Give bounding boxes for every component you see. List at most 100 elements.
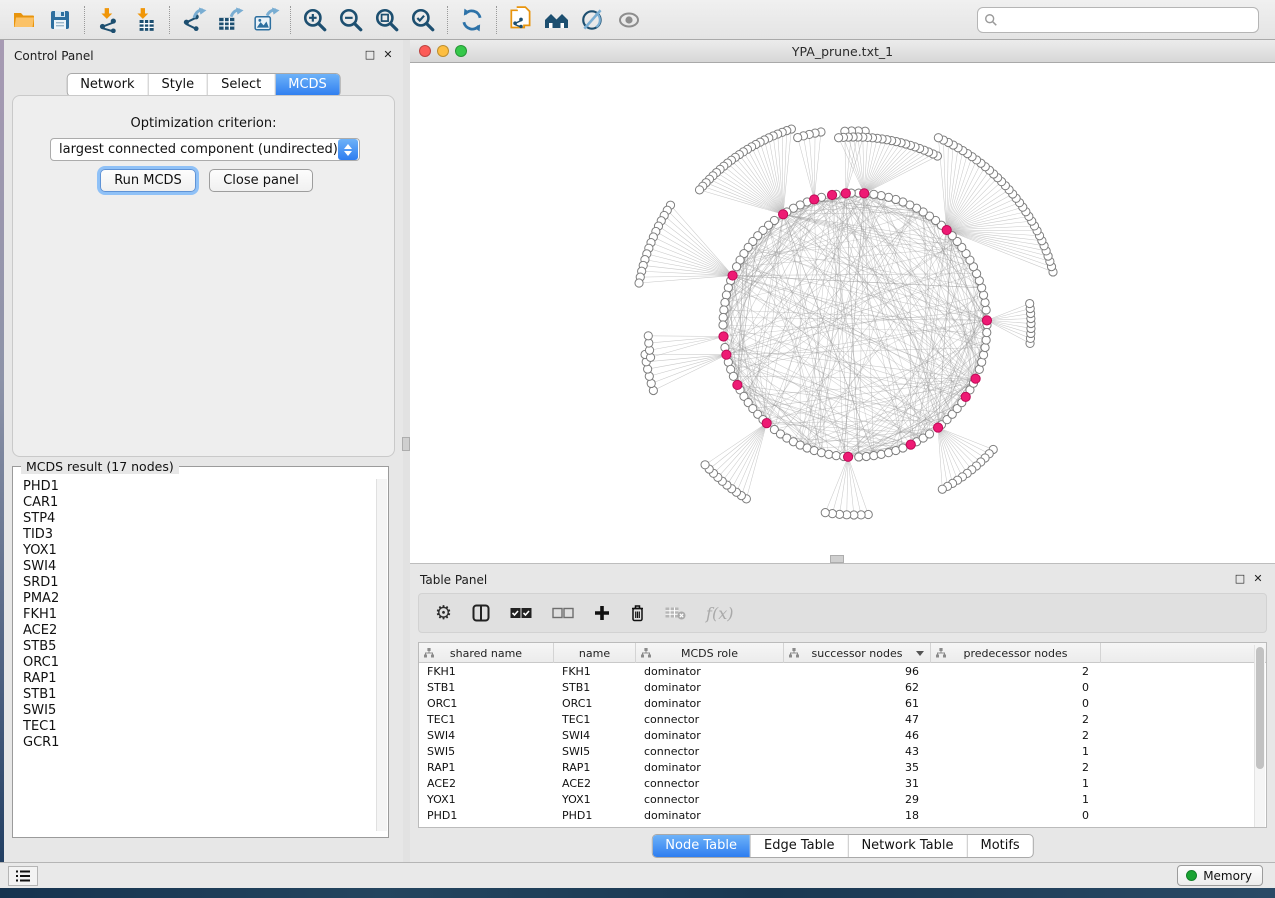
- zoom-out-icon[interactable]: [333, 5, 369, 35]
- table-cell[interactable]: ACE2: [419, 777, 554, 790]
- tab-network-table[interactable]: Network Table: [847, 835, 966, 857]
- table-cell[interactable]: RAP1: [554, 761, 636, 774]
- table-cell[interactable]: YOX1: [554, 793, 636, 806]
- table-cell[interactable]: dominator: [636, 665, 784, 678]
- column-header-shared-name[interactable]: shared name: [419, 643, 554, 663]
- search-box[interactable]: [977, 7, 1259, 33]
- refresh-icon[interactable]: [454, 5, 490, 35]
- tab-mcds[interactable]: MCDS: [274, 74, 340, 96]
- tab-node-table[interactable]: Node Table: [652, 835, 750, 857]
- table-row[interactable]: SWI4SWI4dominator462: [419, 727, 1266, 743]
- table-cell[interactable]: 0: [931, 697, 1101, 710]
- tab-edge-table[interactable]: Edge Table: [750, 835, 847, 857]
- table-cell[interactable]: dominator: [636, 809, 784, 822]
- network-graph[interactable]: [410, 63, 1275, 563]
- table-row[interactable]: SWI5SWI5connector431: [419, 743, 1266, 759]
- column-header-name[interactable]: name: [554, 643, 636, 663]
- table-cell[interactable]: SWI4: [419, 729, 554, 742]
- zoom-in-icon[interactable]: [297, 5, 333, 35]
- close-panel-icon[interactable]: ✕: [381, 48, 395, 61]
- tab-network[interactable]: Network: [67, 74, 147, 96]
- table-cell[interactable]: 62: [784, 681, 931, 694]
- float-table-panel-icon[interactable]: □: [1233, 572, 1247, 585]
- vertical-splitter[interactable]: [403, 40, 410, 862]
- table-cell[interactable]: 2: [931, 713, 1101, 726]
- table-cell[interactable]: TEC1: [554, 713, 636, 726]
- table-cell[interactable]: dominator: [636, 697, 784, 710]
- mcds-result-item[interactable]: STB1: [14, 687, 377, 703]
- table-cell[interactable]: YOX1: [419, 793, 554, 806]
- column-header-mcds-role[interactable]: MCDS role: [636, 643, 784, 663]
- table-cell[interactable]: 35: [784, 761, 931, 774]
- table-cell[interactable]: TEC1: [419, 713, 554, 726]
- table-settings-gear-icon[interactable]: ⚙: [435, 600, 452, 626]
- memory-button[interactable]: Memory: [1177, 865, 1263, 886]
- column-header-successor-nodes[interactable]: successor nodes: [784, 643, 931, 663]
- table-cell[interactable]: dominator: [636, 761, 784, 774]
- show-all-icon[interactable]: [539, 5, 575, 35]
- close-table-panel-icon[interactable]: ✕: [1251, 572, 1265, 585]
- table-row[interactable]: STB1STB1dominator620: [419, 679, 1266, 695]
- table-cell[interactable]: 0: [931, 809, 1101, 822]
- table-cell[interactable]: connector: [636, 745, 784, 758]
- task-history-button[interactable]: [8, 866, 38, 886]
- table-cell[interactable]: RAP1: [419, 761, 554, 774]
- table-cell[interactable]: FKH1: [419, 665, 554, 678]
- create-column-plus-icon[interactable]: [594, 600, 610, 626]
- mcds-result-list[interactable]: PHD1CAR1STP4TID3YOX1SWI4SRD1PMA2FKH1ACE2…: [14, 479, 377, 831]
- table-cell[interactable]: 47: [784, 713, 931, 726]
- table-cell[interactable]: connector: [636, 713, 784, 726]
- tab-motifs[interactable]: Motifs: [966, 835, 1032, 857]
- table-cell[interactable]: 96: [784, 665, 931, 678]
- mcds-result-item[interactable]: SRD1: [14, 575, 377, 591]
- export-network-icon[interactable]: [176, 5, 212, 35]
- table-cell[interactable]: ORC1: [554, 697, 636, 710]
- search-input[interactable]: [1002, 10, 1252, 30]
- delete-column-trash-icon[interactable]: [630, 600, 645, 626]
- tab-style[interactable]: Style: [147, 74, 207, 96]
- table-row[interactable]: TEC1TEC1connector472: [419, 711, 1266, 727]
- table-cell[interactable]: dominator: [636, 681, 784, 694]
- table-cell[interactable]: PHD1: [419, 809, 554, 822]
- mcds-result-item[interactable]: STB5: [14, 639, 377, 655]
- table-cell[interactable]: 2: [931, 729, 1101, 742]
- run-mcds-button[interactable]: Run MCDS: [100, 169, 196, 192]
- network-window-titlebar[interactable]: YPA_prune.txt_1: [410, 40, 1275, 63]
- table-cell[interactable]: 61: [784, 697, 931, 710]
- import-network-icon[interactable]: [91, 5, 127, 35]
- table-cell[interactable]: 18: [784, 809, 931, 822]
- mcds-result-item[interactable]: ORC1: [14, 655, 377, 671]
- hide-selected-icon[interactable]: [575, 5, 611, 35]
- table-cell[interactable]: 43: [784, 745, 931, 758]
- table-cell[interactable]: connector: [636, 777, 784, 790]
- mcds-result-item[interactable]: FKH1: [14, 607, 377, 623]
- mcds-result-item[interactable]: PHD1: [14, 479, 377, 495]
- mcds-result-item[interactable]: CAR1: [14, 495, 377, 511]
- unselect-all-columns-icon[interactable]: [552, 600, 574, 626]
- table-cell[interactable]: 29: [784, 793, 931, 806]
- table-cell[interactable]: STB1: [419, 681, 554, 694]
- mcds-list-scrollbar[interactable]: [376, 479, 387, 831]
- table-cell[interactable]: 2: [931, 761, 1101, 774]
- mcds-result-item[interactable]: TID3: [14, 527, 377, 543]
- table-cell[interactable]: 46: [784, 729, 931, 742]
- table-cell[interactable]: SWI5: [419, 745, 554, 758]
- mcds-result-item[interactable]: PMA2: [14, 591, 377, 607]
- table-row[interactable]: PHD1PHD1dominator180: [419, 807, 1266, 823]
- clone-network-icon[interactable]: [503, 5, 539, 35]
- table-row[interactable]: RAP1RAP1dominator352: [419, 759, 1266, 775]
- close-panel-button[interactable]: Close panel: [209, 169, 313, 192]
- zoom-fit-icon[interactable]: [369, 5, 405, 35]
- table-cell[interactable]: ACE2: [554, 777, 636, 790]
- table-cell[interactable]: 0: [931, 681, 1101, 694]
- open-file-icon[interactable]: [6, 5, 42, 35]
- table-cell[interactable]: 1: [931, 793, 1101, 806]
- table-cell[interactable]: 2: [931, 665, 1101, 678]
- horizontal-splitter-handle[interactable]: [830, 555, 844, 563]
- import-table-icon[interactable]: [127, 5, 163, 35]
- vertical-splitter-handle[interactable]: [402, 437, 410, 451]
- network-canvas[interactable]: [410, 63, 1275, 563]
- table-cell[interactable]: connector: [636, 793, 784, 806]
- optimization-criterion-select[interactable]: largest connected component (undirected): [50, 138, 360, 161]
- table-cell[interactable]: SWI4: [554, 729, 636, 742]
